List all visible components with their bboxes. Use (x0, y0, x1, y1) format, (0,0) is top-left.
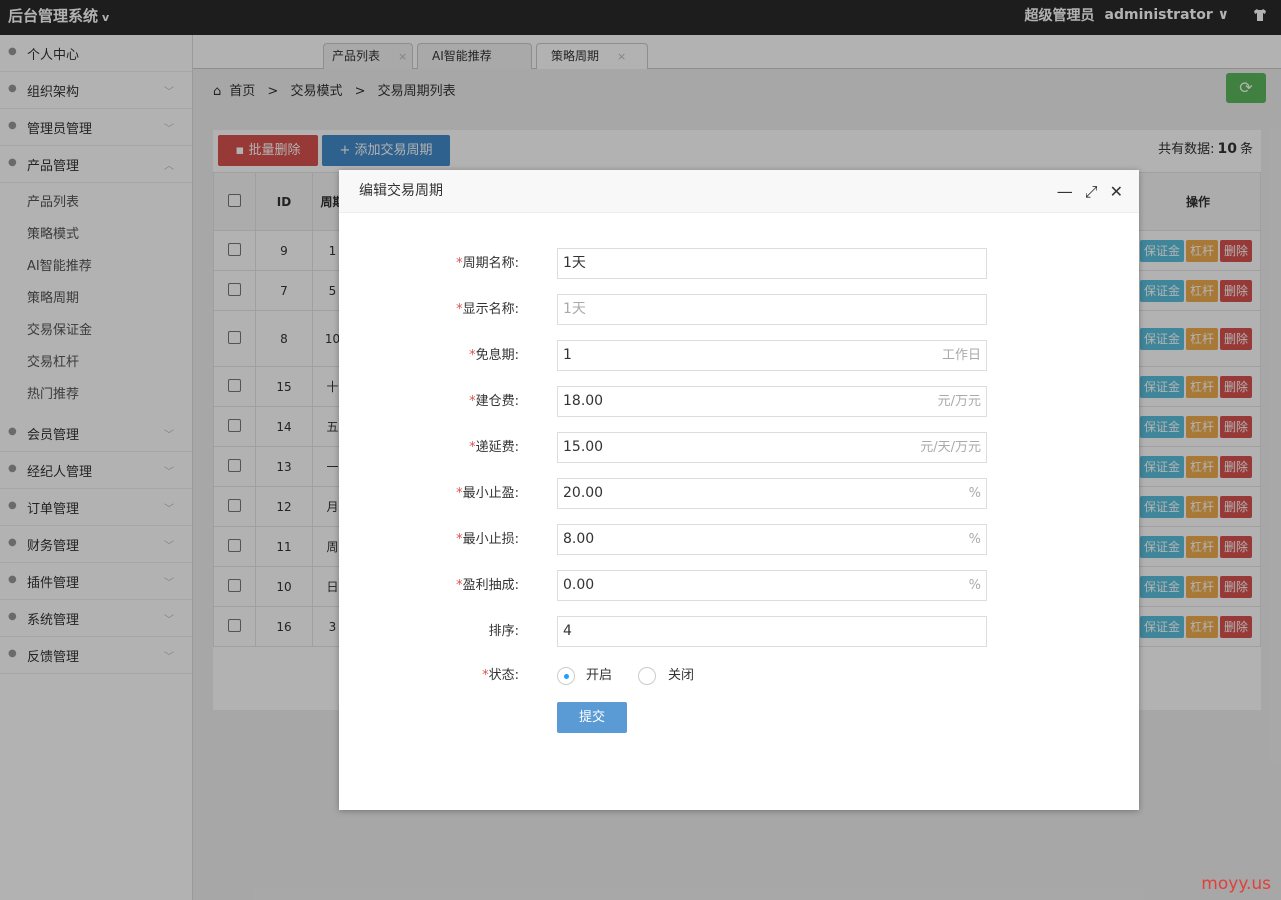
form-row: 排序: 4 (339, 616, 1139, 647)
field-unit: 元/天/万元 (920, 440, 981, 455)
status-off-label[interactable]: 关闭 (668, 660, 694, 691)
field-label-text: 排序: (488, 624, 519, 639)
form-row: *盈利抽成: 0.00% (339, 570, 1139, 601)
field-input[interactable]: 8.00% (557, 524, 987, 555)
submit-button[interactable]: 提交 (557, 702, 627, 733)
field-label: *递延费: (469, 432, 519, 463)
field-value: 8.00 (563, 531, 595, 547)
field-value: 15.00 (563, 439, 604, 455)
field-input[interactable]: 20.00% (557, 478, 987, 509)
field-value: 1天 (563, 301, 586, 317)
field-input[interactable]: 1天 (557, 294, 987, 325)
field-input[interactable]: 1天 (557, 248, 987, 279)
field-value: 0.00 (563, 577, 595, 593)
field-input[interactable]: 15.00 元/天/万元 (557, 432, 987, 463)
field-label: *周期名称: (456, 248, 519, 279)
field-label-text: 最小止盈: (462, 486, 519, 501)
status-on-radio[interactable] (557, 667, 575, 685)
field-label-text: 免息期: (475, 348, 519, 363)
field-value: 20.00 (563, 485, 604, 501)
form-row: *免息期: 1 工作日 (339, 340, 1139, 371)
field-value: 18.00 (563, 393, 604, 409)
status-on-label[interactable]: 开启 (586, 660, 612, 691)
field-label-text: 盈利抽成: (462, 578, 519, 593)
watermark: moyy.us (1201, 874, 1271, 894)
field-value: 4 (563, 623, 572, 639)
field-label-text: 显示名称: (462, 302, 519, 317)
maximize-icon[interactable]: ⤢ (1085, 170, 1098, 213)
field-label-text: 最小止损: (462, 532, 519, 547)
form-row: *显示名称: 1天 (339, 294, 1139, 325)
field-label: *最小止损: (456, 524, 519, 555)
field-label: *建仓费: (469, 386, 519, 417)
form-row: *递延费: 15.00 元/天/万元 (339, 432, 1139, 463)
field-label: *显示名称: (456, 294, 519, 325)
field-value: 1 (563, 347, 572, 363)
field-label-text: 递延费: (475, 440, 519, 455)
status-label: *状态: (482, 668, 519, 683)
form-row: *最小止盈: 20.00% (339, 478, 1139, 509)
field-label-text: 建仓费: (475, 394, 519, 409)
field-label-text: 周期名称: (462, 256, 519, 271)
form-row: *周期名称: 1天 (339, 248, 1139, 279)
field-input[interactable]: 1 工作日 (557, 340, 987, 371)
status-row: *状态: 开启 关闭 (339, 660, 1139, 691)
dialog-title: 编辑交易周期 (359, 183, 443, 199)
field-unit: 元/万元 (937, 394, 981, 409)
status-off-radio[interactable] (638, 667, 656, 685)
dialog-header: 编辑交易周期 — ⤢ ✕ (339, 170, 1139, 213)
minimize-icon[interactable]: — (1057, 170, 1073, 213)
form-row: *建仓费: 18.00 元/万元 (339, 386, 1139, 417)
edit-cycle-dialog: 编辑交易周期 — ⤢ ✕ *周期名称: 1天 *显示名称: 1天 *免息期: 1 工作日 *建… (339, 170, 1139, 810)
field-unit: 工作日 (941, 348, 981, 363)
field-unit: % (968, 578, 981, 593)
field-label: *免息期: (469, 340, 519, 371)
field-label: *最小止盈: (456, 478, 519, 509)
field-unit: % (968, 532, 981, 547)
field-label: 排序: (489, 616, 519, 647)
field-input[interactable]: 0.00% (557, 570, 987, 601)
field-unit: % (968, 486, 981, 501)
form-row: *最小止损: 8.00% (339, 524, 1139, 555)
field-value: 1天 (563, 255, 586, 271)
field-input[interactable]: 18.00 元/万元 (557, 386, 987, 417)
field-input[interactable]: 4 (557, 616, 987, 647)
field-label: *盈利抽成: (456, 570, 519, 601)
close-icon[interactable]: ✕ (1110, 170, 1123, 213)
